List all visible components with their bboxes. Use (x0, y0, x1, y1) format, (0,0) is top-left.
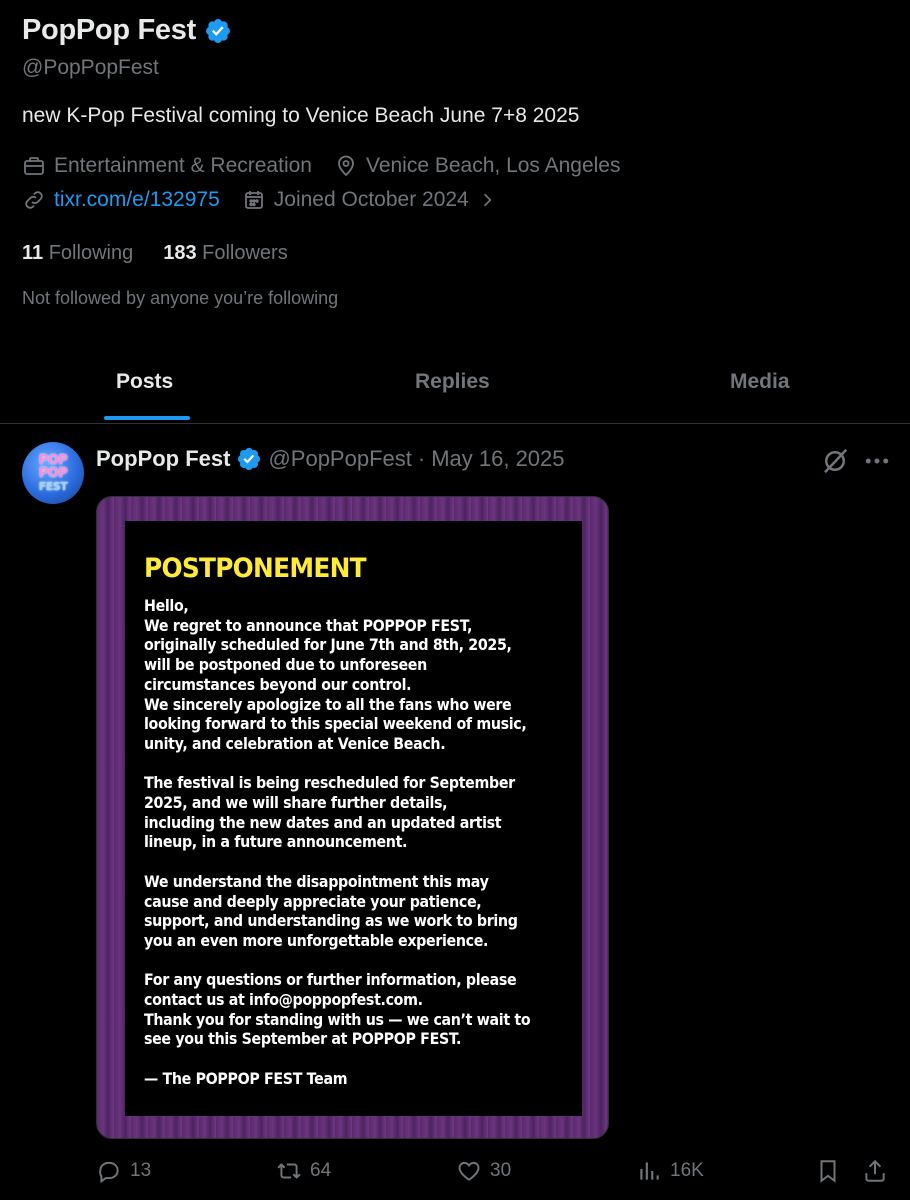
following-count[interactable]: 11 Following (22, 242, 133, 265)
profile-website-link[interactable]: tixr.com/e/132975 (54, 188, 220, 212)
repost-button[interactable]: 64 (276, 1158, 331, 1184)
profile-website[interactable]: tixr.com/e/132975 (22, 188, 220, 212)
calendar-icon (244, 191, 263, 209)
avatar-text-line: FEST (38, 479, 68, 493)
notice-title: POSTPONEMENT (144, 553, 367, 584)
tab-replies[interactable]: Replies (415, 370, 490, 394)
like-button[interactable]: 30 (456, 1158, 511, 1184)
avatar-text-line: POP (38, 452, 68, 468)
profile-counts: 11 Following 183 Followers (22, 242, 288, 265)
views-button[interactable]: 16K (636, 1158, 704, 1184)
reply-count: 13 (130, 1160, 152, 1181)
repost-count: 64 (310, 1160, 332, 1181)
profile-meta-row-2: tixr.com/e/132975 Joined October 2024 (22, 188, 519, 212)
location-pin-icon (338, 155, 354, 177)
share-icon (865, 1159, 885, 1182)
active-tab-indicator (104, 416, 190, 420)
profile-name-row: PopPop Fest (22, 14, 232, 47)
profile-joined[interactable]: Joined October 2024 (242, 188, 497, 212)
post-author-handle[interactable]: @PopPopFest (268, 446, 411, 472)
post-actions: 13 64 30 16K (0, 1158, 910, 1192)
bookmark-button[interactable] (815, 1158, 841, 1184)
profile-handle: @PopPopFest (22, 56, 159, 79)
share-button[interactable] (862, 1158, 888, 1184)
tab-media[interactable]: Media (730, 370, 790, 394)
profile-category: Entertainment & Recreation (22, 154, 312, 178)
briefcase-icon (24, 157, 44, 175)
reply-button[interactable]: 13 (96, 1158, 151, 1184)
like-count: 30 (490, 1160, 512, 1181)
more-icon[interactable] (862, 446, 892, 476)
repost-icon (277, 1163, 301, 1179)
views-count: 16K (670, 1160, 704, 1181)
profile-category-text: Entertainment & Recreation (54, 154, 312, 177)
post-date[interactable]: May 16, 2025 (431, 446, 564, 472)
avatar[interactable]: POP POP FEST (22, 442, 84, 504)
post-author-name[interactable]: PopPop Fest (96, 446, 230, 472)
profile-tabs: Posts Replies Media (0, 348, 910, 424)
profile-bio: new K-Pop Festival coming to Venice Beac… (22, 104, 580, 127)
notice-body: Hello, We regret to announce that POPPOP… (144, 596, 531, 1088)
grok-icon[interactable] (820, 446, 850, 476)
not-followed-notice: Not followed by anyone you’re following (22, 288, 339, 308)
chevron-right-icon (483, 193, 492, 207)
postponement-notice: POSTPONEMENT Hello, We regret to announc… (125, 521, 582, 1116)
verified-badge-icon[interactable] (204, 17, 232, 45)
like-icon (458, 1161, 480, 1181)
post-header: PopPop Fest @PopPopFest · May 16, 2025 (96, 446, 565, 472)
profile-location: Venice Beach, Los Angeles (334, 154, 621, 178)
bookmark-icon (820, 1160, 836, 1183)
link-icon (25, 191, 43, 209)
reply-icon (99, 1161, 119, 1184)
avatar-text-line: POP (38, 465, 68, 481)
followers-count[interactable]: 183 Followers (163, 242, 288, 265)
post-media-image[interactable]: POSTPONEMENT Hello, We regret to announc… (96, 496, 609, 1139)
profile-joined-text: Joined October 2024 (273, 188, 469, 211)
profile-location-text: Venice Beach, Los Angeles (365, 154, 621, 177)
post-separator: · (417, 446, 426, 471)
profile-meta-row: Entertainment & Recreation Venice Beach,… (22, 154, 643, 178)
views-icon (640, 1162, 659, 1180)
verified-badge-icon[interactable] (236, 446, 262, 472)
profile-display-name: PopPop Fest (22, 14, 196, 46)
tab-posts[interactable]: Posts (116, 370, 173, 394)
